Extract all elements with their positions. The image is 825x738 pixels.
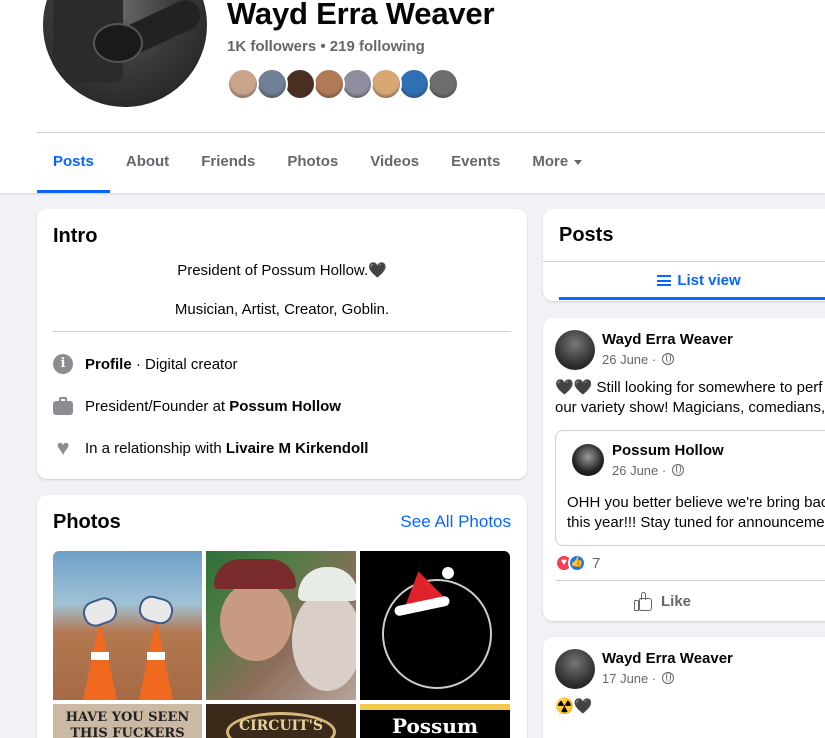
poster-text-3: CIRCUIT'S [238, 718, 324, 734]
friend-avatar-3[interactable] [284, 68, 316, 100]
intro-relationship-row: ♥ In a relationship with Livaire M Kirke… [53, 437, 368, 459]
photos-card: Photos See All Photos HAVE YOU SEEN THIS… [37, 495, 527, 738]
post-text-line-2: our variety show! Magicians, comedians, … [555, 399, 825, 416]
shared-post-date[interactable]: 26 June · [612, 463, 684, 478]
guitar-body [93, 23, 143, 63]
tab-photos[interactable]: Photos [271, 133, 354, 193]
photo-tile-6[interactable]: Possum Hollow [360, 704, 510, 738]
tab-about[interactable]: About [110, 133, 185, 193]
info-icon: i [53, 354, 73, 374]
post-author-avatar[interactable] [555, 330, 595, 370]
face-right [292, 591, 356, 691]
photo-tile-1[interactable] [53, 551, 202, 700]
shared-text-line-2: this year!!! Stay tuned for announcemen [567, 514, 825, 531]
relationship-prefix: In a relationship with [85, 439, 226, 457]
intro-work-row: President/Founder at Possum Hollow [53, 395, 341, 417]
work-prefix: President/Founder at [85, 397, 230, 415]
intro-divider [53, 331, 511, 332]
shared-author-name[interactable]: Possum Hollow [612, 442, 724, 459]
beanie-white [298, 567, 356, 601]
profile-category: · Digital creator [131, 355, 238, 373]
friend-avatar-5[interactable] [341, 68, 373, 100]
chevron-down-icon [574, 159, 583, 165]
shared-post-date-text: 26 June · [612, 463, 670, 478]
intro-title: Intro [53, 225, 98, 247]
thumbs-up-icon [633, 592, 653, 612]
friend-avatar-1[interactable] [227, 68, 259, 100]
post-card: Wayd Erra Weaver 17 June · ☢️🖤 [543, 637, 825, 738]
poster-text-1: HAVE YOU SEEN [65, 710, 190, 725]
post-date-text: 17 June · [602, 671, 660, 686]
friend-avatar-2[interactable] [255, 68, 288, 100]
profile-name: Wayd Erra Weaver [227, 0, 495, 31]
list-view-underline [559, 297, 825, 300]
tab-videos[interactable]: Videos [354, 133, 435, 193]
see-all-photos-link[interactable]: See All Photos [400, 512, 511, 532]
photo-tile-3[interactable] [360, 551, 510, 700]
list-view-label: List view [677, 272, 741, 289]
traffic-cone-left [83, 620, 117, 700]
list-view-tab[interactable]: List view [559, 264, 825, 300]
cone-band [147, 652, 165, 660]
post-author-name[interactable]: Wayd Erra Weaver [602, 331, 733, 348]
friend-avatar-7[interactable] [398, 68, 430, 100]
tab-posts[interactable]: Posts [37, 133, 110, 193]
reactions-summary[interactable]: ♥ 👍 7 [555, 554, 600, 572]
hat-red [214, 559, 296, 589]
post-date-text: 26 June · [602, 352, 660, 367]
post-author-name[interactable]: Wayd Erra Weaver [602, 650, 733, 667]
post-author-avatar[interactable] [555, 649, 595, 689]
tab-events[interactable]: Events [435, 133, 516, 193]
tab-more-label: More [532, 153, 569, 170]
bio-line-2: Musician, Artist, Creator, Goblin. [174, 301, 390, 318]
briefcase-icon [53, 396, 73, 416]
like-reaction-icon: 👍 [568, 554, 586, 572]
post-text: ☢️🖤 [555, 698, 593, 715]
shared-text-line-1: OHH you better believe we're bring bac [567, 494, 825, 511]
poster-text-2: THIS FUCKERS [70, 726, 185, 738]
photos-title: Photos [53, 511, 121, 533]
post-card: Wayd Erra Weaver 26 June · 🖤🖤 Still look… [543, 318, 825, 621]
photo-tile-2[interactable] [206, 551, 356, 700]
profile-tabs: Posts About Friends Photos Videos Events… [37, 133, 598, 193]
photo-tile-4[interactable]: HAVE YOU SEEN THIS FUCKERS [53, 704, 202, 738]
profile-label: Profile [85, 355, 132, 373]
shared-post[interactable]: Possum Hollow 26 June · OHH you better b… [555, 430, 825, 546]
post-date[interactable]: 26 June · [602, 352, 674, 367]
reaction-count: 7 [592, 554, 601, 572]
posts-header-card: Posts List view [543, 209, 825, 301]
globe-icon [661, 353, 674, 365]
shared-author-avatar[interactable] [572, 444, 604, 476]
post-actions-divider [555, 580, 825, 581]
poster-stripe [360, 704, 510, 710]
globe-icon [671, 464, 684, 476]
friend-avatar-8[interactable] [426, 68, 459, 100]
like-button[interactable]: Like [633, 588, 691, 616]
list-icon [657, 275, 672, 286]
santa-hat-pompom [442, 567, 454, 579]
traffic-cone-right [139, 620, 173, 700]
posts-title: Posts [559, 224, 614, 246]
relationship-partner-link[interactable]: Livaire M Kirkendoll [226, 440, 369, 457]
posts-header-divider [543, 261, 825, 262]
face-left [220, 581, 292, 661]
intro-profile-row: i Profile · Digital creator [53, 353, 238, 375]
tab-friends[interactable]: Friends [185, 133, 271, 193]
friend-avatar-6[interactable] [369, 68, 402, 100]
photo-tile-5[interactable]: CIRCUIT'S [206, 704, 356, 738]
post-text-line-1: 🖤🖤 Still looking for somewhere to perf [555, 379, 823, 396]
bio-line-1: President of Possum Hollow.🖤 [177, 262, 387, 279]
friend-avatar-4[interactable] [312, 68, 345, 100]
intro-card: Intro President of Possum Hollow.🖤 Music… [37, 209, 527, 479]
heart-icon: ♥ [56, 435, 70, 460]
work-place-link[interactable]: Possum Hollow [229, 398, 341, 415]
cone-band [91, 652, 109, 660]
globe-icon [661, 672, 674, 684]
followers-count[interactable]: 1K followers • 219 following [227, 38, 425, 55]
like-label: Like [661, 593, 692, 610]
tab-more[interactable]: More [516, 133, 598, 193]
poster-text-4: Possum Hollow [391, 714, 479, 738]
post-date[interactable]: 17 June · [602, 671, 674, 686]
